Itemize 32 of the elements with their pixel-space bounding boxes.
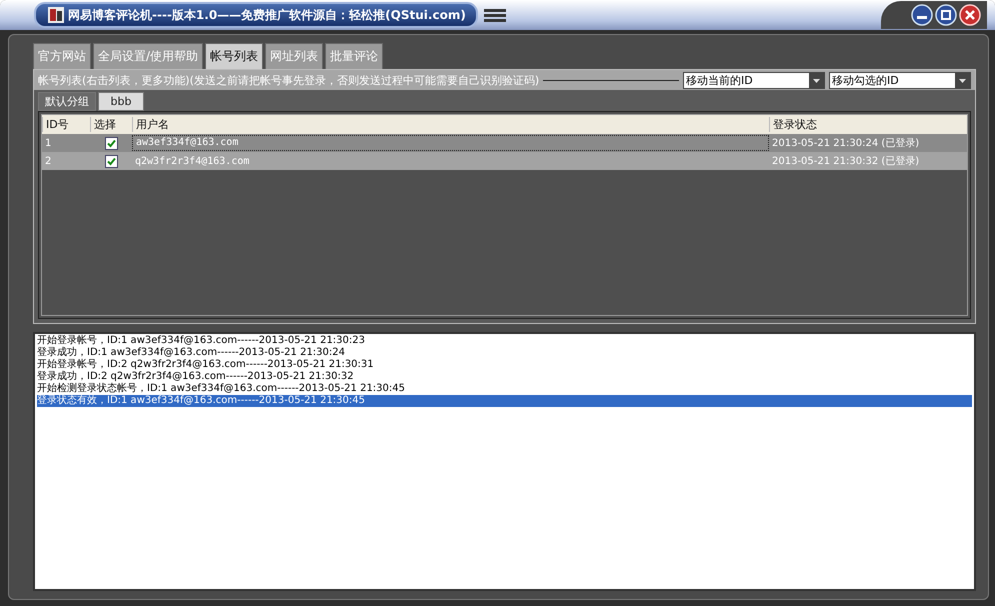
dropdown[interactable]: 移动勾选的ID — [829, 72, 971, 88]
log-entry[interactable]: 登录成功，ID:2 q2w3fr2r3f4@163.com------2013-05-21 21:30:32 — [37, 371, 972, 383]
maximize-button[interactable] — [935, 4, 957, 26]
table-cell-text: 2 — [44, 156, 52, 166]
app-icon — [48, 7, 64, 23]
log-entry[interactable]: 开始检测登录状态帐号，ID:1 aw3ef334f@163.com------2013-05-21 21:30:45 — [37, 383, 972, 395]
dropdown[interactable]: 移动当前的ID — [683, 72, 825, 88]
log-entry[interactable]: 登录状态有效，ID:1 aw3ef334f@163.com------2013-05-21 21:30:45 — [37, 395, 972, 407]
tab[interactable]: bbb — [98, 92, 144, 111]
table-cell-text: 2013-05-21 21:30:24 (已登录) — [771, 137, 920, 150]
log-entry[interactable]: 开始登录帐号，ID:2 q2w3fr2r3f4@163.com------2013-05-21 21:30:31 — [37, 359, 972, 371]
checkbox[interactable] — [104, 154, 118, 168]
close-button[interactable] — [959, 4, 981, 26]
column-header[interactable]: ID号 — [42, 117, 90, 132]
menu-icon[interactable] — [484, 8, 506, 22]
log-entry[interactable]: 登录成功，ID:1 aw3ef334f@163.com------2013-05-21 21:30:24 — [37, 347, 972, 359]
column-header[interactable]: 选择 — [90, 117, 132, 132]
table-cell: aw3ef334f@163.com — [132, 135, 769, 151]
tab[interactable]: 默认分组 — [38, 92, 96, 111]
group-title: 帐号列表(右击列表，更多功能)(发送之前请把帐号事先登录，否则发送过程中可能需要自己识别验证码) — [38, 72, 540, 88]
caret-icon — [955, 72, 970, 88]
table-cell-text: q2w3fr2r3f4@163.com — [134, 156, 250, 166]
checkbox[interactable] — [104, 136, 118, 150]
table-cell-text: 1 — [44, 138, 52, 148]
minimize-button[interactable] — [911, 4, 933, 26]
column-header[interactable]: 登录状态 — [769, 117, 967, 132]
window-title: 网易博客评论机----版本1.0——免费推广软件源自：轻松推(QStui.com) — [68, 6, 466, 24]
column-header[interactable]: 用户名 — [132, 117, 769, 132]
tab[interactable]: 帐号列表 — [205, 43, 264, 69]
log-entry[interactable]: 开始登录帐号，ID:1 aw3ef334f@163.com------2013-05-21 21:30:23 — [37, 335, 972, 347]
table-cell-text: 2013-05-21 21:30:32 (已登录) — [771, 155, 920, 168]
caret-icon — [809, 72, 824, 88]
